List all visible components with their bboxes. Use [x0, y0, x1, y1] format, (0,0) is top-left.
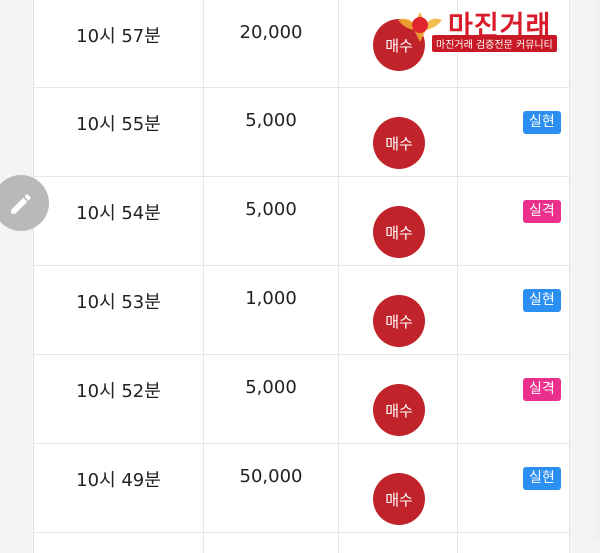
table-row: 10시 49분 50,000 매수 실현 [34, 444, 569, 533]
trade-history-table: 10시 57분 20,000 매수 10시 55분 5,000 매수 실현 10… [33, 0, 570, 553]
amount-cell: 5,000 [245, 199, 297, 220]
time-cell: 10시 49분 [76, 470, 161, 491]
watermark-subtitle: 마진거래 검증전문 커뮤니티 [432, 35, 557, 52]
amount-cell: 50,000 [239, 466, 303, 487]
result-badge: 실현 [523, 289, 561, 312]
buy-button[interactable]: 매수 [373, 473, 425, 525]
pencil-icon [11, 194, 31, 214]
time-cell: 10시 52분 [76, 381, 161, 402]
table-row: 10시 54분 5,000 매수 실격 [34, 177, 569, 266]
amount-cell: 1,000 [245, 288, 297, 309]
time-cell: 10시 57분 [76, 26, 161, 47]
amount-cell: 20,000 [239, 22, 303, 43]
scrollbar[interactable] [594, 0, 600, 541]
result-badge: 실현 [523, 111, 561, 134]
amount-cell: 5,000 [245, 110, 297, 131]
result-badge: 실현 [523, 467, 561, 490]
table-row [34, 533, 569, 553]
table-row: 10시 52분 5,000 매수 실격 [34, 355, 569, 444]
amount-cell: 5,000 [245, 377, 297, 398]
buy-button[interactable]: 매수 [373, 295, 425, 347]
result-badge: 실격 [523, 200, 561, 223]
watermark-logo: 마진거래 마진거래 검증전문 커뮤니티 [396, 4, 591, 54]
table-row: 10시 53분 1,000 매수 실현 [34, 266, 569, 355]
time-cell: 10시 53분 [76, 292, 161, 313]
time-cell: 10시 54분 [76, 203, 161, 224]
result-badge: 실격 [523, 378, 561, 401]
time-cell: 10시 55분 [76, 114, 161, 135]
buy-button[interactable]: 매수 [373, 206, 425, 258]
buy-button[interactable]: 매수 [373, 117, 425, 169]
buy-button[interactable]: 매수 [373, 384, 425, 436]
table-row: 10시 55분 5,000 매수 실현 [34, 88, 569, 177]
